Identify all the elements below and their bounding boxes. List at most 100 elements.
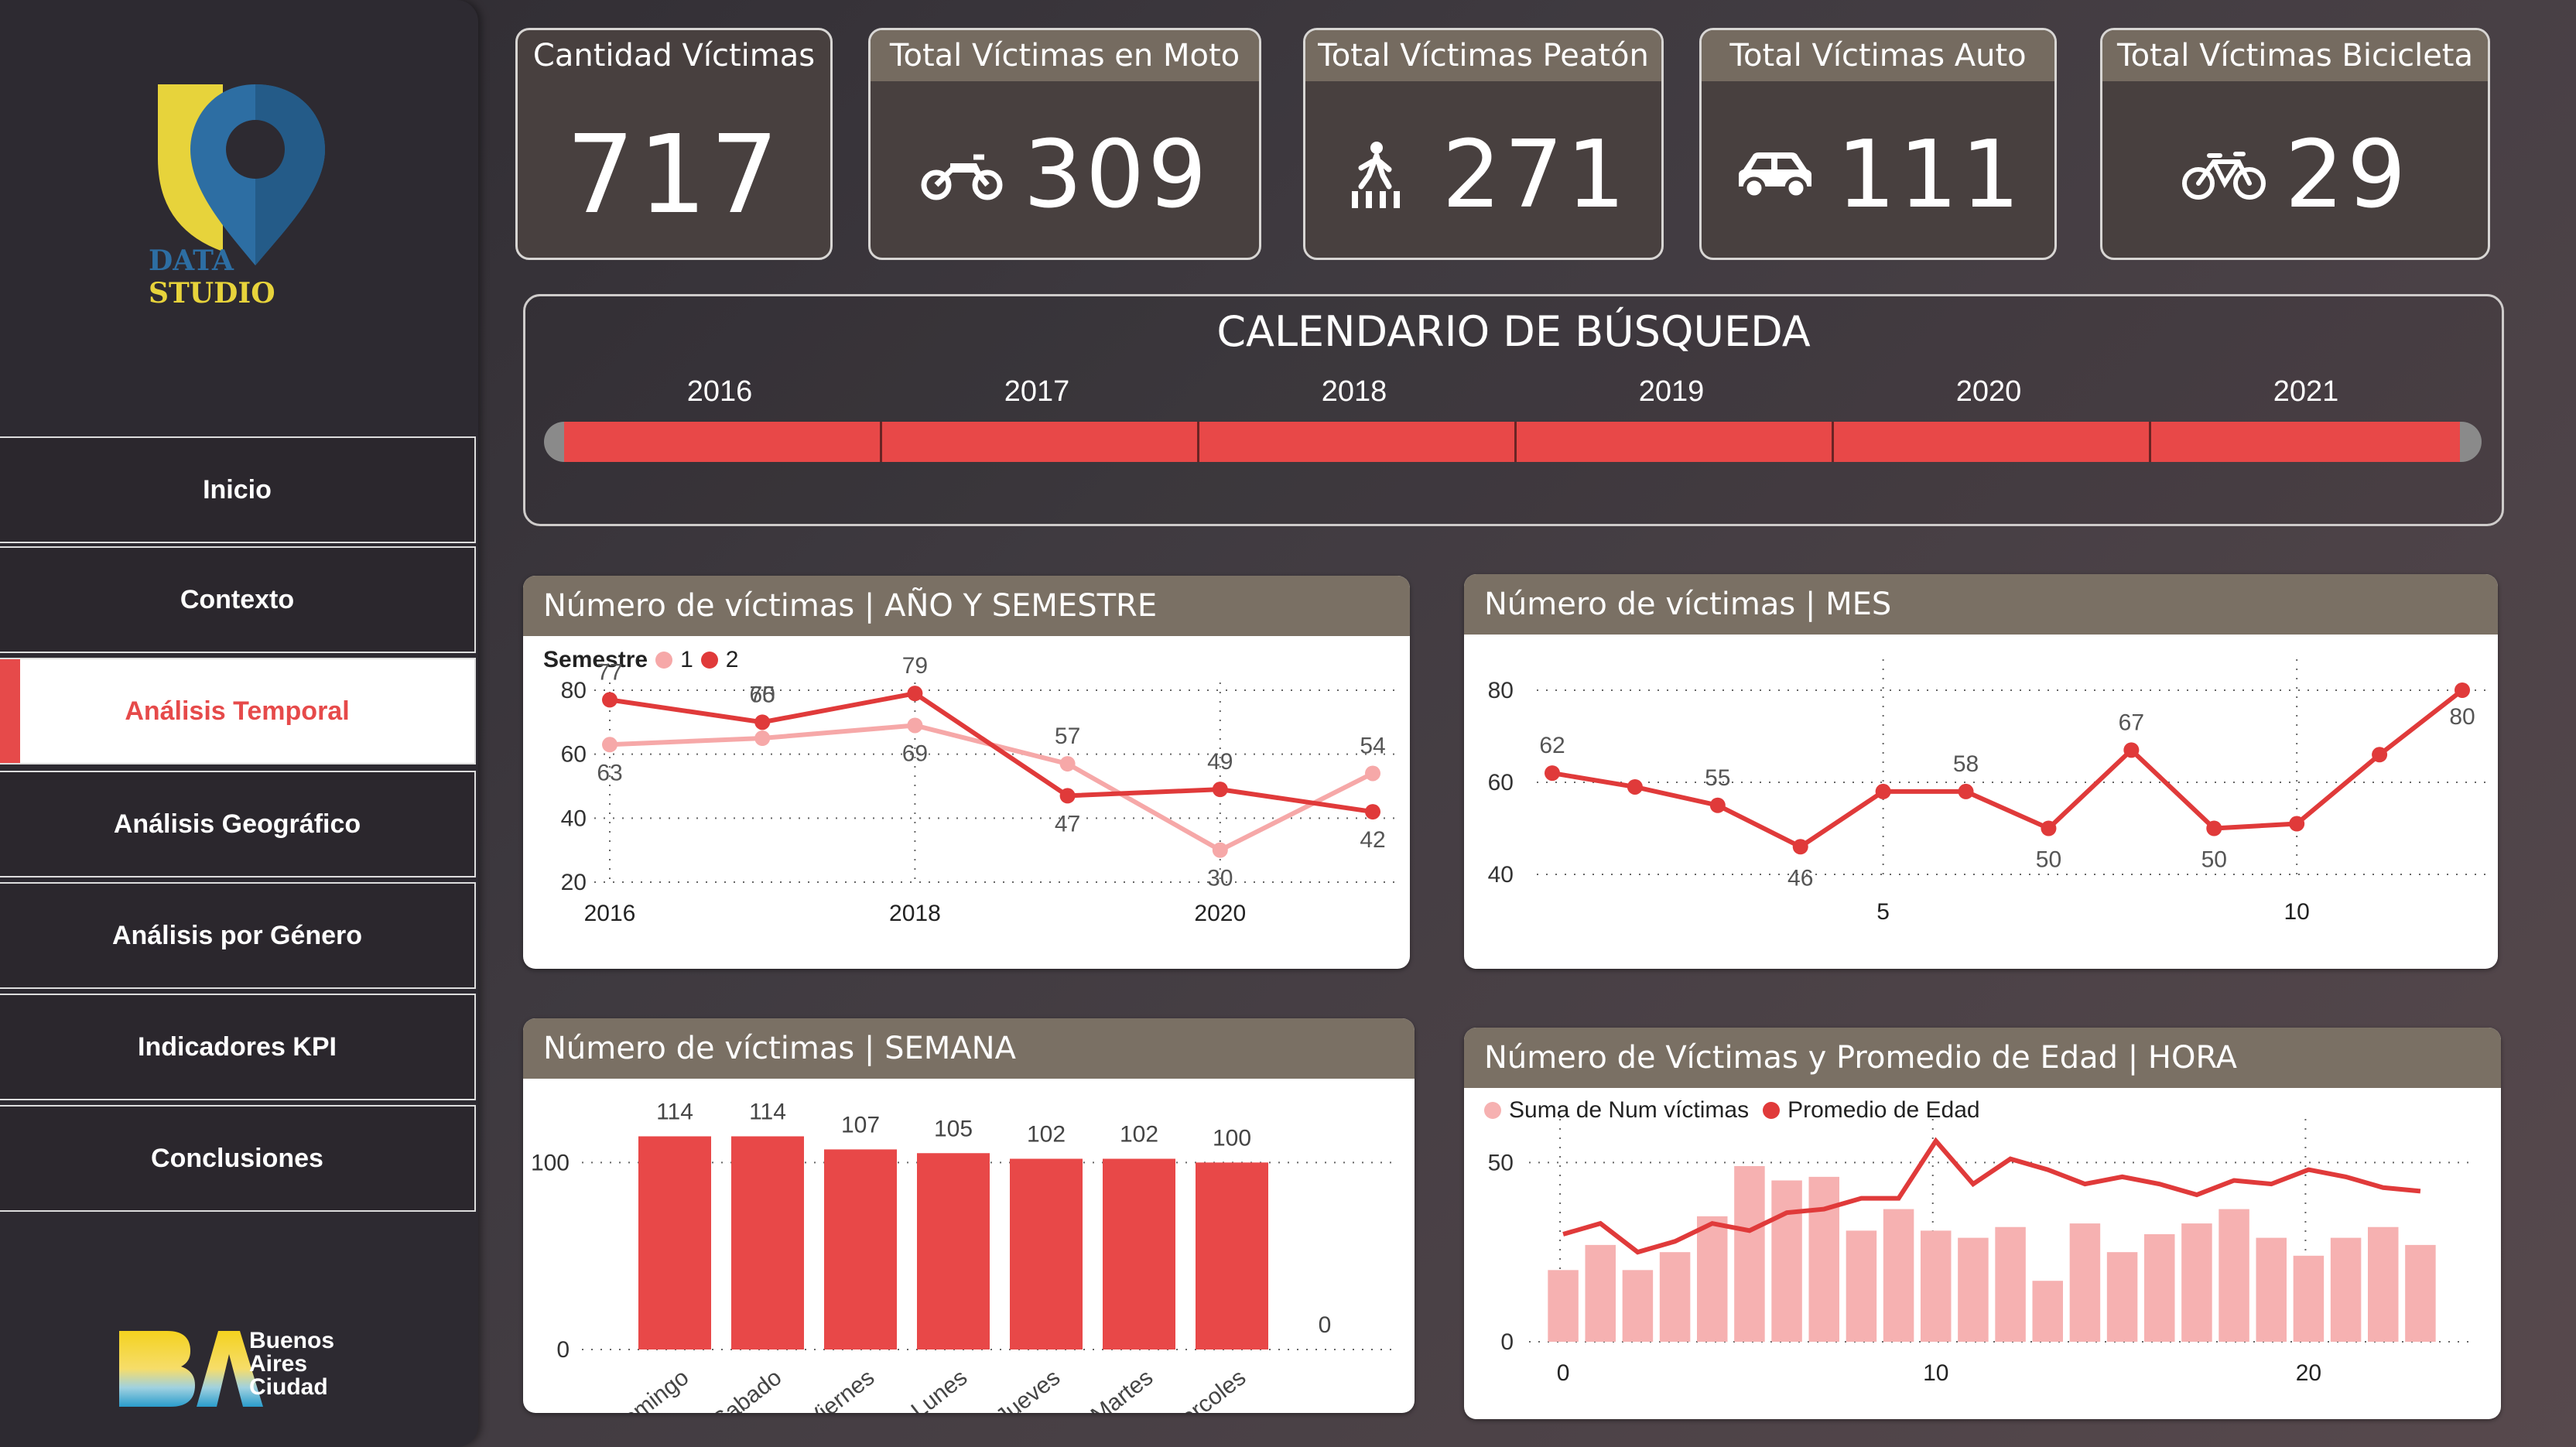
year-label[interactable]: 2021 — [2147, 375, 2465, 409]
chart-title: Número de Víctimas y Promedio de Edad | … — [1464, 1028, 2501, 1088]
chart-panel-hora: Número de Víctimas y Promedio de Edad | … — [1464, 1028, 2501, 1419]
nav-item-conclusiones[interactable]: Conclusiones — [0, 1105, 476, 1212]
car-icon — [1739, 152, 1812, 200]
data-point — [602, 692, 617, 708]
bar — [2032, 1281, 2063, 1342]
bar-chart-semana: 0 100 114 Domingo 114 Sabado 107 Viernes 105 Lune… — [531, 1100, 1397, 1413]
series-line-2 — [609, 690, 1374, 815]
kpi-title: Cantidad Víctimas — [532, 38, 816, 74]
x-tick-label: 2020 — [1194, 901, 1246, 926]
bar — [1846, 1230, 1877, 1342]
kpi-title: Total Víctimas Auto — [1702, 30, 2054, 81]
bar — [2069, 1223, 2101, 1342]
bar — [2106, 1252, 2138, 1342]
data-label: 50 — [2201, 847, 2227, 873]
data-label: 62 — [1539, 733, 1565, 758]
motorcycle-icon — [921, 154, 1003, 200]
chart-panel-mes: Número de víctimas | MES 40 60 80 5 10 62 55 46… — [1464, 574, 2498, 969]
bar — [1808, 1176, 1839, 1342]
bar — [638, 1136, 711, 1350]
data-label: 80 — [2449, 704, 2475, 730]
data-point — [1627, 778, 1643, 795]
kpi-cantidad-victimas: Cantidad Víctimas 717 — [515, 28, 833, 260]
data-label: 42 — [1360, 827, 1385, 853]
year-label[interactable]: 2017 — [878, 375, 1196, 409]
bar — [917, 1153, 990, 1350]
nav-item-inicio[interactable]: Inicio — [0, 436, 476, 543]
data-label: 46 — [1787, 865, 1813, 891]
calendar-year-labels: 2016 2017 2018 2019 2020 2021 — [561, 375, 2465, 414]
data-point — [1709, 797, 1726, 813]
year-label[interactable]: 2018 — [1196, 375, 1513, 409]
year-label[interactable]: 2020 — [1830, 375, 2147, 409]
data-point — [1545, 765, 1560, 782]
data-label: 105 — [934, 1116, 973, 1141]
sidebar: DATA STUDIO Inicio Contexto Análisis Tem… — [0, 0, 478, 1447]
kpi-title: Total Víctimas Peatón — [1305, 30, 1661, 81]
bar — [1622, 1270, 1654, 1342]
data-label: 107 — [841, 1112, 880, 1137]
calendar-slicer[interactable]: CALENDARIO DE BÚSQUEDA 2016 2017 2018 20… — [523, 294, 2504, 526]
year-label[interactable]: 2016 — [561, 375, 878, 409]
nav-item-analisis-genero[interactable]: Análisis por Género — [0, 882, 476, 989]
bar — [2219, 1209, 2249, 1342]
year-label[interactable]: 2019 — [1513, 375, 1830, 409]
data-label: 49 — [1207, 749, 1233, 775]
bar — [2330, 1237, 2362, 1342]
timeline-selection[interactable] — [564, 422, 2460, 462]
data-label: 30 — [1207, 866, 1233, 891]
y-tick-label: 0 — [1500, 1329, 1514, 1355]
x-tick-label: 0 — [1557, 1360, 1570, 1386]
y-tick-label: 60 — [561, 742, 587, 768]
data-point — [907, 686, 923, 702]
kpi-victimas-peaton: Total Víctimas Peatón 271 — [1303, 28, 1664, 260]
nav-item-contexto[interactable]: Contexto — [0, 546, 476, 653]
bar — [824, 1149, 897, 1350]
data-label: 100 — [1213, 1125, 1251, 1151]
y-tick-label: 60 — [1488, 770, 1514, 795]
data-point — [1059, 756, 1076, 772]
data-label: 67 — [2119, 710, 2144, 735]
calendar-title: CALENDARIO DE BÚSQUEDA — [1216, 307, 1811, 356]
data-point — [907, 717, 923, 734]
kpi-value: 271 — [1442, 121, 1629, 229]
bar — [1103, 1158, 1175, 1350]
nav-item-analisis-temporal[interactable]: Análisis Temporal — [0, 658, 476, 765]
kpi-value: 309 — [1023, 121, 1210, 229]
y-tick-label: 40 — [1488, 862, 1514, 888]
y-tick-label: 80 — [1488, 678, 1514, 703]
x-tick-label: 20 — [2296, 1360, 2321, 1386]
kpi-value: 111 — [1836, 121, 2024, 229]
series-line — [1551, 688, 2464, 850]
data-label: 65 — [750, 682, 775, 707]
data-point — [1365, 804, 1380, 820]
data-point — [602, 737, 617, 753]
data-point — [754, 714, 771, 730]
data-point — [2372, 747, 2388, 763]
bar — [2368, 1226, 2399, 1342]
data-point — [2206, 820, 2222, 836]
data-point — [1958, 783, 1974, 799]
nav-item-analisis-geografico[interactable]: Análisis Geográfico — [0, 771, 476, 877]
chart-title: Número de víctimas | MES — [1464, 574, 2498, 635]
x-tick-label: Sabado — [707, 1365, 786, 1413]
data-point — [2455, 682, 2470, 698]
timeline-track[interactable] — [544, 422, 2482, 462]
x-tick-label: Domingo — [604, 1365, 693, 1413]
bar — [1659, 1252, 1691, 1342]
bar — [2405, 1244, 2436, 1342]
data-point — [2041, 820, 2057, 836]
nav-item-indicadores-kpi[interactable]: Indicadores KPI — [0, 994, 476, 1100]
kpi-victimas-auto: Total Víctimas Auto 111 — [1699, 28, 2057, 260]
data-label: 58 — [1953, 751, 1979, 777]
kpi-title: Total Víctimas Bicicleta — [2102, 30, 2488, 81]
kpi-victimas-bicicleta: Total Víctimas Bicicleta 29 — [2100, 28, 2490, 260]
data-point — [754, 730, 771, 746]
bar — [1548, 1270, 1579, 1342]
data-point — [2289, 816, 2305, 832]
pedestrian-icon — [1352, 142, 1401, 208]
data-label: 79 — [902, 653, 928, 679]
data-point — [1792, 839, 1808, 855]
data-label: 57 — [1055, 724, 1080, 749]
chart-title: Número de víctimas | SEMANA — [523, 1018, 1415, 1079]
